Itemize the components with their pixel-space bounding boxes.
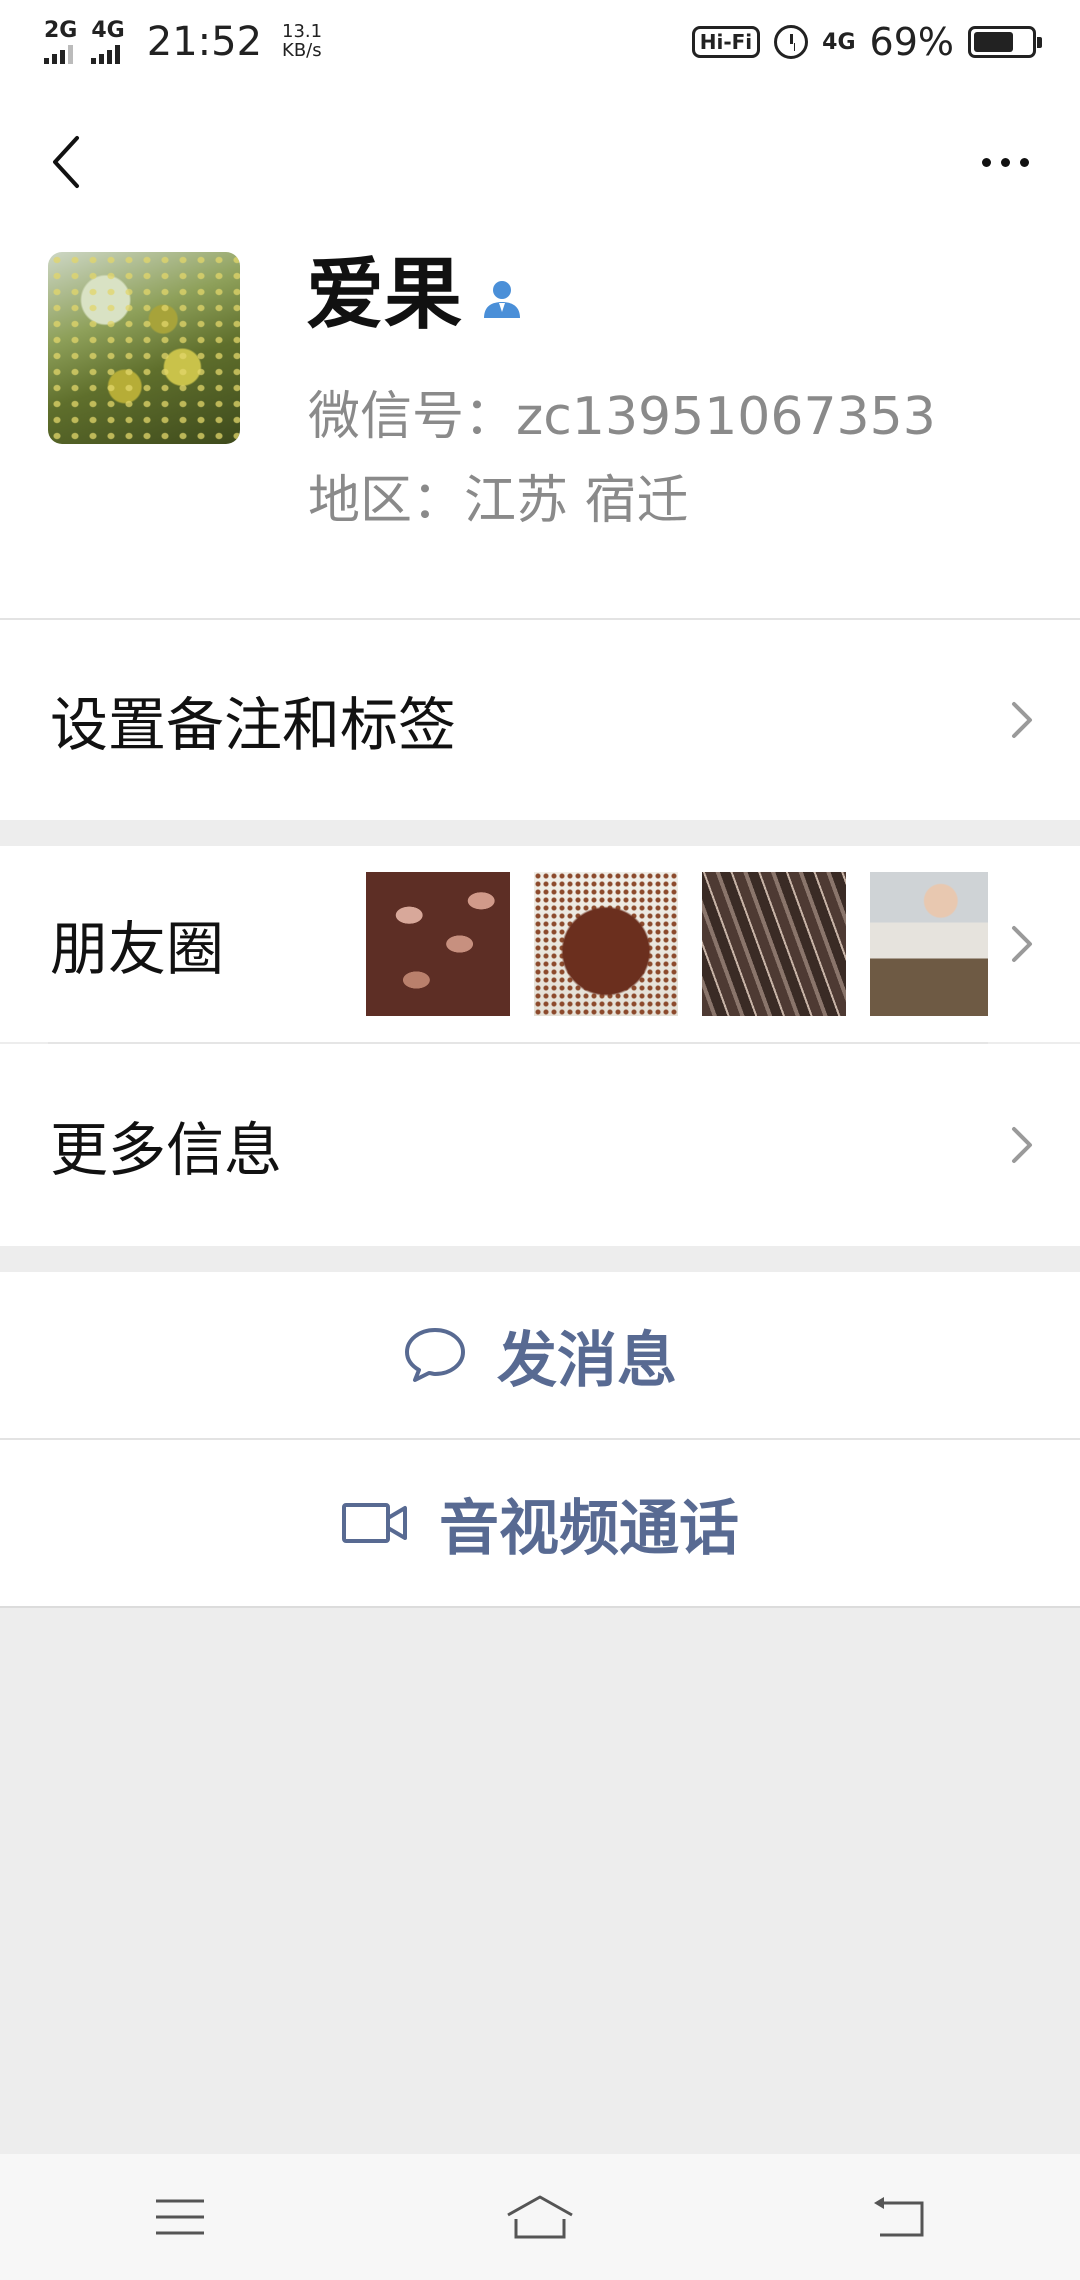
region: 地区：江苏 宿迁 bbox=[308, 471, 689, 531]
alarm-icon bbox=[774, 25, 809, 59]
chevron-right-icon bbox=[1012, 1127, 1032, 1163]
moments-photo bbox=[366, 872, 510, 1016]
status-bar: 2G 4G 21:52 13.1 KB/s Hi-Fi 4G 69% bbox=[0, 0, 1080, 84]
moments-label: 朋友圈 bbox=[50, 915, 225, 983]
battery-icon bbox=[968, 26, 1042, 58]
signal-sim1: 2G bbox=[44, 20, 77, 64]
menu-nav-button[interactable] bbox=[120, 2177, 240, 2257]
menu-icon bbox=[156, 2199, 204, 2235]
more-dot-icon bbox=[981, 157, 991, 167]
battery-percent: 69% bbox=[869, 20, 954, 64]
network-speed: 13.1 KB/s bbox=[282, 22, 322, 61]
signal-type-1: 2G bbox=[44, 18, 78, 43]
more-dot-icon bbox=[1019, 157, 1029, 167]
more-info-label: 更多信息 bbox=[50, 1116, 283, 1184]
hifi-icon: Hi-Fi bbox=[691, 26, 761, 58]
chevron-right-icon bbox=[1012, 702, 1032, 738]
av-call-button[interactable]: 音视频通话 bbox=[0, 1440, 1080, 1606]
chevron-right-icon bbox=[1012, 926, 1032, 962]
battery-fill bbox=[974, 32, 1013, 52]
home-nav-button[interactable] bbox=[480, 2177, 600, 2257]
wechat-id: 微信号：zc13951067353 bbox=[308, 387, 936, 447]
back-arrow-icon bbox=[53, 136, 79, 188]
network-4g-icon: 4G bbox=[822, 29, 856, 55]
name-row: 爱果 bbox=[306, 256, 524, 334]
moments-photo bbox=[870, 872, 988, 1016]
signal-type-2: 4G bbox=[91, 18, 125, 43]
moments-row[interactable]: 朋友圈 bbox=[0, 846, 1080, 1042]
divider bbox=[0, 1606, 1080, 1608]
signal-sim2: 4G bbox=[91, 18, 125, 64]
contact-name: 爱果 bbox=[306, 250, 463, 340]
return-icon bbox=[874, 2197, 924, 2237]
signal-bars-icon bbox=[91, 44, 121, 64]
speed-unit: KB/s bbox=[282, 40, 322, 61]
status-left: 2G 4G 21:52 13.1 KB/s bbox=[44, 19, 322, 65]
back-button[interactable] bbox=[36, 122, 96, 202]
av-call-label: 音视频通话 bbox=[439, 1493, 739, 1564]
avatar[interactable] bbox=[48, 252, 240, 444]
status-right: Hi-Fi 4G 69% bbox=[691, 20, 1042, 64]
more-info-row[interactable]: 更多信息 bbox=[0, 1044, 1080, 1246]
remark-tags-label: 设置备注和标签 bbox=[50, 691, 457, 759]
send-message-button[interactable]: 发消息 bbox=[0, 1272, 1080, 1438]
back-nav-button[interactable] bbox=[840, 2177, 960, 2257]
clock: 21:52 bbox=[146, 19, 263, 65]
moments-photos bbox=[366, 846, 988, 1042]
moments-photo bbox=[702, 872, 846, 1016]
moments-photo bbox=[534, 872, 678, 1016]
more-options-button[interactable] bbox=[970, 132, 1040, 192]
chat-bubble-icon bbox=[405, 1328, 465, 1382]
system-navigation-bar bbox=[0, 2154, 1080, 2280]
remark-tags-row[interactable]: 设置备注和标签 bbox=[0, 620, 1080, 820]
more-dot-icon bbox=[1000, 157, 1010, 167]
send-message-label: 发消息 bbox=[497, 1325, 677, 1396]
person-badge-icon bbox=[484, 281, 521, 318]
signal-bars-icon bbox=[44, 44, 73, 64]
profile-header: 爱果 微信号：zc13951067353 地区：江苏 宿迁 bbox=[0, 84, 1080, 618]
home-icon bbox=[507, 2195, 573, 2239]
video-camera-icon bbox=[342, 1503, 407, 1543]
